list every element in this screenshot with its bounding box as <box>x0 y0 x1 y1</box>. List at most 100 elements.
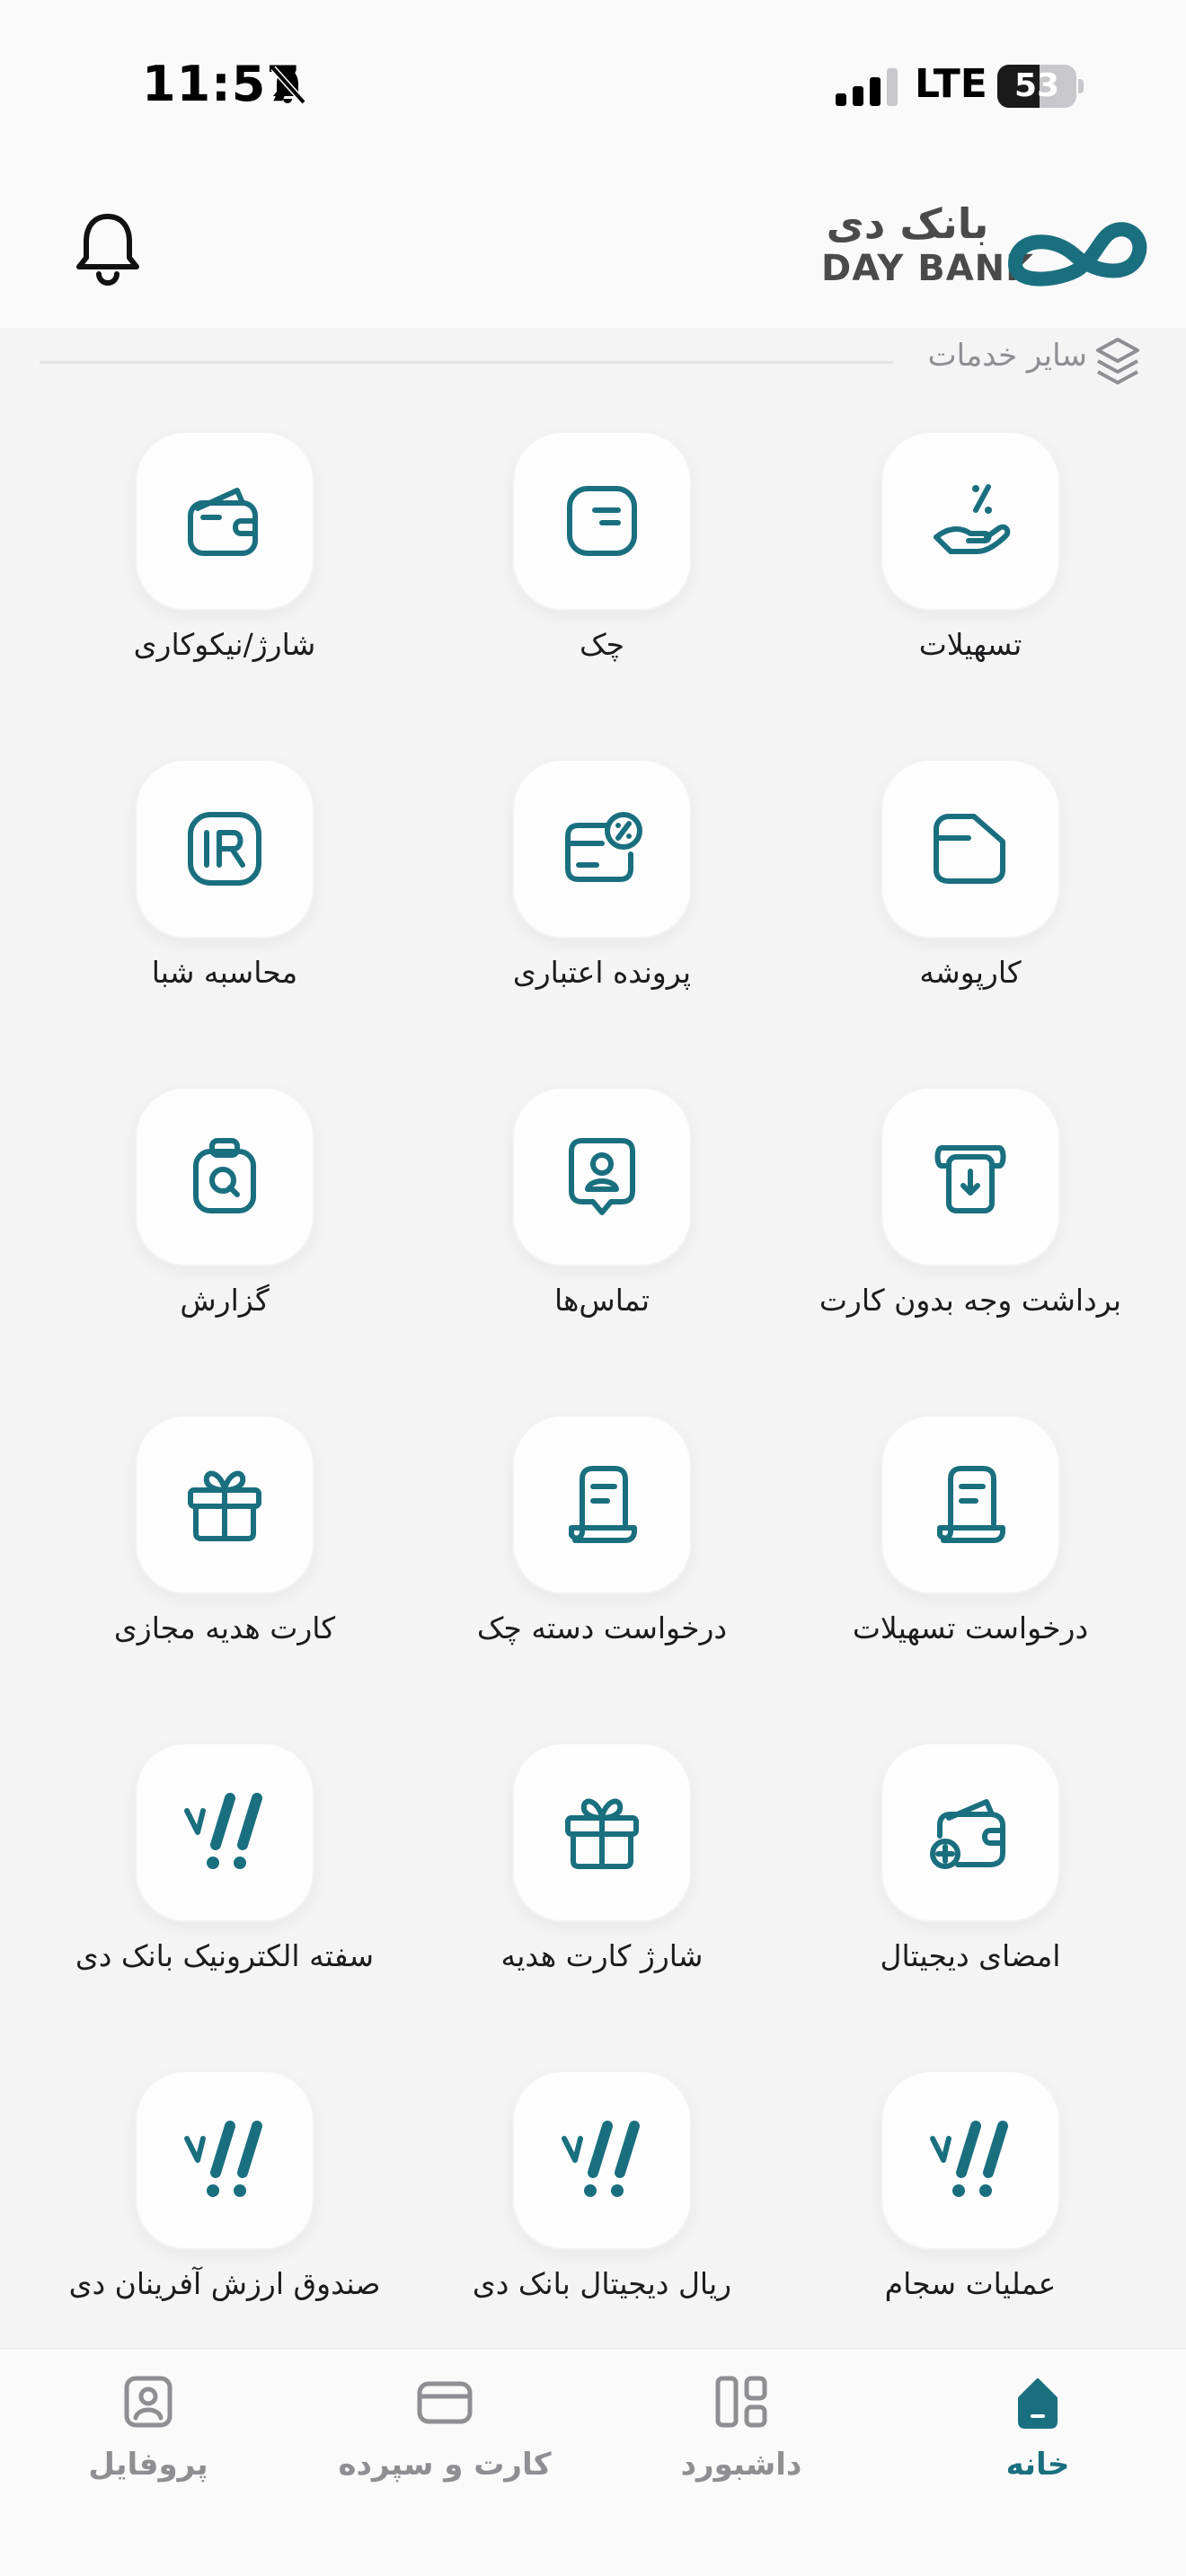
service-tile[interactable] <box>881 431 1060 611</box>
service-item[interactable]: ریال دیجیتال بانک دی <box>413 2070 791 2340</box>
service-item[interactable]: کارت هدیه مجازی <box>36 1415 413 1684</box>
cheque-icon <box>567 486 637 556</box>
service-tile[interactable] <box>135 759 314 939</box>
service-item[interactable]: تماس‌ها <box>413 1087 791 1356</box>
nav-label: کارت و سپرده <box>338 2447 552 2483</box>
battery-indicator: 53 <box>997 65 1084 108</box>
app-screen: 11:57 LTE 53 بانک دی DAY BANK سایر خدمات… <box>0 0 1186 2576</box>
gift-icon <box>188 1470 261 1541</box>
logo-mark-icon <box>1008 222 1147 287</box>
service-tile[interactable] <box>512 431 692 611</box>
service-label: کارت هدیه مجازی <box>113 1610 336 1645</box>
service-item[interactable]: چک <box>413 431 791 701</box>
service-item[interactable]: پرونده اعتباری <box>413 759 791 1028</box>
service-label: سفته الکترونیک بانک دی <box>75 1938 375 1973</box>
request-document-icon <box>937 1466 1005 1543</box>
report-search-icon <box>193 1138 256 1213</box>
service-tile[interactable] <box>135 2070 314 2250</box>
service-tile[interactable] <box>881 1087 1060 1266</box>
nav-item-card[interactable]: کارت و سپرده <box>296 2350 593 2529</box>
service-item[interactable]: محاسبه شبا <box>36 759 413 1028</box>
nav-item-profile[interactable]: پروفایل <box>0 2350 296 2529</box>
nav-item-dashboard[interactable]: داشبورد <box>593 2350 890 2529</box>
card-icon <box>417 2381 473 2424</box>
silent-mode-icon <box>270 66 306 105</box>
service-tile[interactable] <box>512 759 692 939</box>
profile-icon <box>124 2376 173 2428</box>
service-label: صندوق ارزش آفرینان دی <box>68 2266 381 2301</box>
nav-label: پروفایل <box>88 2447 208 2483</box>
exclamation-promo-icon <box>930 2121 1008 2197</box>
service-label: شارژ/نیکوکاری <box>133 627 316 662</box>
contact-icon <box>569 1138 635 1215</box>
wallet-icon <box>188 488 258 556</box>
section-divider <box>40 361 893 364</box>
service-tile[interactable] <box>135 1742 314 1922</box>
signal-icon <box>836 68 898 106</box>
logo-english-text: DAY BANK <box>821 248 1035 289</box>
service-item[interactable]: کارپوشه <box>782 759 1159 1028</box>
service-item[interactable]: سفته الکترونیک بانک دی <box>36 1742 413 2012</box>
bottom-navigation: خانه داشبورد کارت و سپرده پروفایل <box>0 2348 1186 2576</box>
service-tile[interactable] <box>881 759 1060 939</box>
service-label: امضای دیجیتال <box>880 1938 1061 1973</box>
service-label: تماس‌ها <box>553 1283 651 1318</box>
service-tile[interactable] <box>512 2070 692 2250</box>
service-label: عملیات سجام <box>884 2266 1057 2301</box>
battery-level: 53 <box>1013 67 1060 104</box>
service-label: تسهیلات <box>918 627 1022 662</box>
service-tile[interactable] <box>135 431 314 611</box>
credit-card-percent-icon <box>565 812 642 882</box>
service-label: برداشت وجه بدون کارت <box>819 1283 1122 1318</box>
exclamation-promo-icon <box>184 2121 262 2197</box>
service-label: کارپوشه <box>919 955 1022 990</box>
layers-icon <box>1096 338 1139 384</box>
service-label: گزارش <box>180 1283 270 1318</box>
service-item[interactable]: تسهیلات <box>782 431 1159 701</box>
iban-ir-icon <box>188 812 261 886</box>
service-item[interactable]: برداشت وجه بدون کارت <box>782 1087 1159 1356</box>
notifications-bell-icon[interactable] <box>72 209 144 287</box>
service-label: پرونده اعتباری <box>512 955 692 990</box>
service-item[interactable]: گزارش <box>36 1087 413 1356</box>
service-label: چک <box>580 627 624 662</box>
service-item[interactable]: عملیات سجام <box>782 2070 1159 2340</box>
service-tile[interactable] <box>512 1415 692 1594</box>
service-tile[interactable] <box>512 1742 692 1922</box>
service-label: شارژ کارت هدیه <box>500 1938 704 1973</box>
service-label: درخواست تسهیلات <box>852 1610 1089 1645</box>
service-tile[interactable] <box>135 1415 314 1594</box>
service-item[interactable]: صندوق ارزش آفرینان دی <box>36 2070 413 2340</box>
section-title: سایر خدمات <box>927 338 1087 374</box>
cardless-withdraw-icon <box>934 1145 1006 1213</box>
logo-persian-text: بانک دی <box>826 199 989 248</box>
service-label: محاسبه شبا <box>151 955 298 990</box>
nav-item-home[interactable]: خانه <box>890 2350 1186 2529</box>
gift-icon <box>565 1798 639 1869</box>
bank-logo: بانک دی DAY BANK <box>818 199 1150 293</box>
exclamation-promo-icon <box>562 2121 640 2197</box>
service-item[interactable]: درخواست تسهیلات <box>782 1415 1159 1684</box>
service-tile[interactable] <box>881 2070 1060 2250</box>
loan-hand-icon <box>934 484 1011 554</box>
service-tile[interactable] <box>881 1415 1060 1594</box>
service-label: درخواست دسته چک <box>476 1610 728 1645</box>
service-tile[interactable] <box>512 1087 692 1266</box>
service-tile[interactable] <box>135 1087 314 1266</box>
wallet-plus-icon <box>930 1799 1005 1869</box>
top-area: 11:57 LTE 53 بانک دی DAY BANK <box>0 0 1186 328</box>
nav-label: داشبورد <box>680 2447 802 2483</box>
folder-icon <box>934 814 1005 884</box>
dashboard-icon <box>715 2376 767 2428</box>
nav-label: خانه <box>1005 2447 1070 2483</box>
request-document-icon <box>569 1466 637 1543</box>
service-item[interactable]: درخواست دسته چک <box>413 1415 791 1684</box>
service-item[interactable]: شارژ/نیکوکاری <box>36 431 413 701</box>
service-item[interactable]: امضای دیجیتال <box>782 1742 1159 2012</box>
service-label: ریال دیجیتال بانک دی <box>472 2266 732 2301</box>
exclamation-promo-icon <box>184 1793 262 1869</box>
home-icon <box>1018 2378 1058 2429</box>
network-type: LTE <box>915 61 987 107</box>
service-tile[interactable] <box>881 1742 1060 1922</box>
service-item[interactable]: شارژ کارت هدیه <box>413 1742 791 2012</box>
